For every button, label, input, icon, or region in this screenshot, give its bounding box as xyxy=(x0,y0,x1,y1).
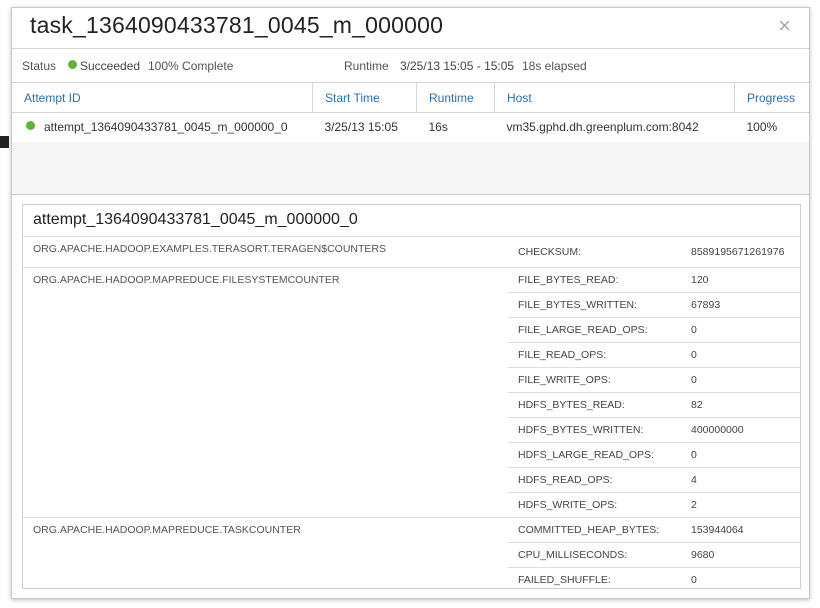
complete-text: 100% Complete xyxy=(148,59,234,73)
counter-name: FILE_LARGE_READ_OPS: xyxy=(508,317,678,343)
counter-name: HDFS_BYTES_READ: xyxy=(508,392,678,418)
status-value: Succeeded xyxy=(80,59,141,73)
elapsed-text: 18s elapsed xyxy=(522,59,587,73)
close-icon[interactable]: × xyxy=(778,13,791,39)
attempt-id: attempt_1364090433781_0045_m_000000_0 xyxy=(44,119,288,134)
counter-value: 8589195671261976 xyxy=(678,236,800,268)
counter-value: 120 xyxy=(678,267,800,293)
counter-row: ORG.APACHE.HADOOP.EXAMPLES.TERASORT.TERA… xyxy=(23,236,800,268)
attempt-panel-title: attempt_1364090433781_0045_m_000000_0 xyxy=(33,211,358,228)
dialog-title: task_1364090433781_0045_m_000000 xyxy=(30,12,444,38)
counter-name: HDFS_LARGE_READ_OPS: xyxy=(508,442,678,468)
counter-value: 67893 xyxy=(678,292,800,318)
counter-name: HDFS_BYTES_WRITTEN: xyxy=(508,417,678,443)
column-header-attempt-id[interactable]: Attempt ID xyxy=(12,83,313,113)
counter-row: ORG.APACHE.HADOOP.MAPREDUCE.TASKCOUNTER … xyxy=(23,517,800,588)
status-label: Status xyxy=(22,59,57,73)
counter-value: 0 xyxy=(678,567,800,588)
counter-value: 0 xyxy=(678,367,800,393)
counter-name: HDFS_READ_OPS: xyxy=(508,467,678,493)
counter-value: 0 xyxy=(678,442,800,468)
counter-name: CHECKSUM: xyxy=(508,236,678,268)
counter-row: ORG.APACHE.HADOOP.MAPREDUCE.FILESYSTEMCO… xyxy=(23,267,800,518)
counter-name: FAILED_SHUFFLE: xyxy=(508,567,678,588)
counter-name: FILE_BYTES_READ: xyxy=(508,267,678,293)
host-cell: vm35.gphd.dh.greenplum.com:8042 xyxy=(506,119,699,134)
progress-cell: 100% xyxy=(746,119,778,134)
start-time-cell: 3/25/13 15:05 xyxy=(324,119,398,134)
counter-value: 82 xyxy=(678,392,800,418)
attempt-id-cell: attempt_1364090433781_0045_m_000000_0 xyxy=(12,113,313,141)
counter-name: COMMITTED_HEAP_BYTES: xyxy=(508,517,678,543)
counters-table: ORG.APACHE.HADOOP.EXAMPLES.TERASORT.TERA… xyxy=(23,236,800,588)
counter-group-name: ORG.APACHE.HADOOP.MAPREDUCE.TASKCOUNTER xyxy=(23,517,508,588)
counter-value: 0 xyxy=(678,317,800,343)
counter-name: FILE_WRITE_OPS: xyxy=(508,367,678,393)
status-dot-icon xyxy=(68,60,77,69)
attempts-table: Attempt ID Start Time Runtime Host Progr… xyxy=(12,83,809,140)
counter-value: 153944064 xyxy=(678,517,800,543)
runtime-cell: 16s xyxy=(428,119,448,134)
counter-value: 0 xyxy=(678,342,800,368)
attempts-table-filler xyxy=(12,142,809,195)
window-edge-mark xyxy=(0,136,9,148)
counter-value: 9680 xyxy=(678,542,800,568)
status-bar: Status Succeeded 100% Complete Runtime 3… xyxy=(12,48,809,83)
column-header-start-time[interactable]: Start Time xyxy=(312,83,417,113)
counter-name: FILE_BYTES_WRITTEN: xyxy=(508,292,678,318)
task-details-dialog: task_1364090433781_0045_m_000000 × Statu… xyxy=(11,7,810,599)
counter-group-name: ORG.APACHE.HADOOP.MAPREDUCE.FILESYSTEMCO… xyxy=(23,267,508,518)
counter-name: CPU_MILLISECONDS: xyxy=(508,542,678,568)
attempt-counters-panel: attempt_1364090433781_0045_m_000000_0 OR… xyxy=(22,204,801,589)
counter-value: 400000000 xyxy=(678,417,800,443)
counter-group-name: ORG.APACHE.HADOOP.EXAMPLES.TERASORT.TERA… xyxy=(23,236,508,268)
column-header-runtime[interactable]: Runtime xyxy=(416,83,495,113)
column-header-host[interactable]: Host xyxy=(494,83,735,113)
counter-value: 4 xyxy=(678,467,800,493)
runtime-range: 3/25/13 15:05 - 15:05 xyxy=(400,59,515,73)
runtime-label: Runtime xyxy=(344,59,389,73)
counter-name: HDFS_WRITE_OPS: xyxy=(508,492,678,518)
table-row[interactable]: attempt_1364090433781_0045_m_000000_0 3/… xyxy=(12,113,809,141)
counter-value: 2 xyxy=(678,492,800,518)
column-header-progress[interactable]: Progress xyxy=(734,83,809,113)
status-badge: Succeeded xyxy=(68,59,140,73)
attempt-status-dot-icon xyxy=(26,120,35,130)
counter-name: FILE_READ_OPS: xyxy=(508,342,678,368)
